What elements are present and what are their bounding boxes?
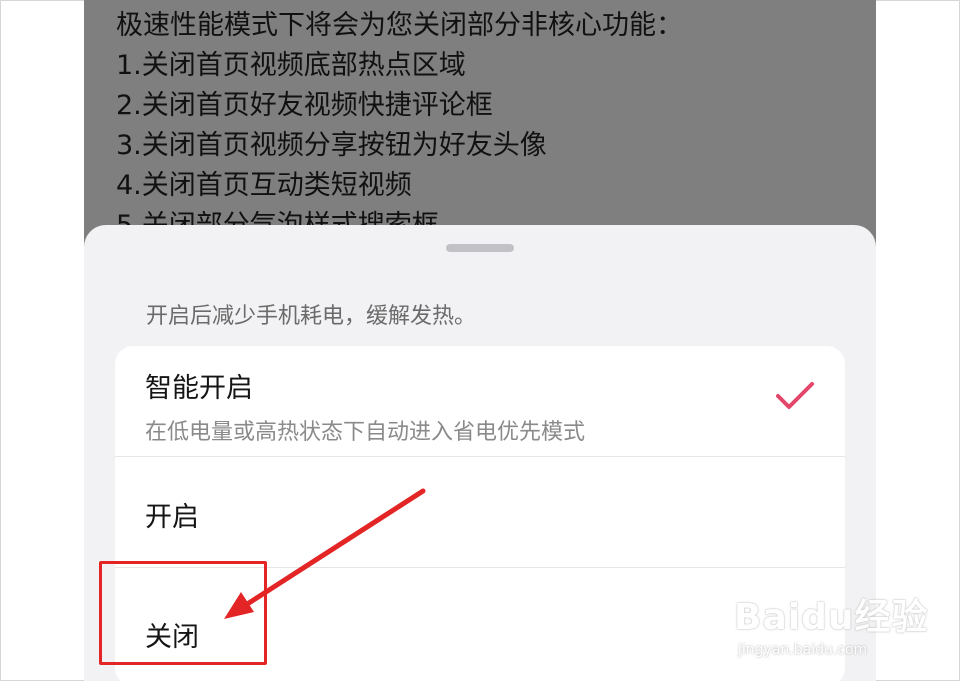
baidu-watermark: Baidu经验 jingyan.baidu.com xyxy=(734,588,928,658)
checkmark-icon xyxy=(776,382,814,409)
background-feature-list: 极速性能模式下将会为您关闭部分非核心功能： 1.关闭首页视频底部热点区域 2.关… xyxy=(116,6,683,246)
option-label: 开启 xyxy=(145,502,199,533)
option-sublabel: 在低电量或高热状态下自动进入省电优先模式 xyxy=(145,420,586,445)
highlight-box xyxy=(99,561,267,665)
background-line: 4.关闭首页互动类短视频 xyxy=(116,170,412,201)
background-line: 3.关闭首页视频分享按钮为好友头像 xyxy=(116,130,547,161)
sheet-description: 开启后减少手机耗电，缓解发热。 xyxy=(146,304,477,329)
background-line: 2.关闭首页好友视频快捷评论框 xyxy=(116,90,493,121)
background-line: 1.关闭首页视频底部热点区域 xyxy=(116,50,466,81)
sheet-drag-handle[interactable] xyxy=(446,244,514,252)
background-line: 极速性能模式下将会为您关闭部分非核心功能： xyxy=(116,10,683,41)
option-smart-on[interactable]: 智能开启 在低电量或高热状态下自动进入省电优先模式 xyxy=(115,346,845,457)
option-label: 智能开启 xyxy=(145,373,253,404)
option-on[interactable]: 开启 xyxy=(115,457,845,568)
watermark-url: jingyan.baidu.com xyxy=(738,642,868,658)
watermark-logo: Baidu经验 xyxy=(734,597,929,638)
